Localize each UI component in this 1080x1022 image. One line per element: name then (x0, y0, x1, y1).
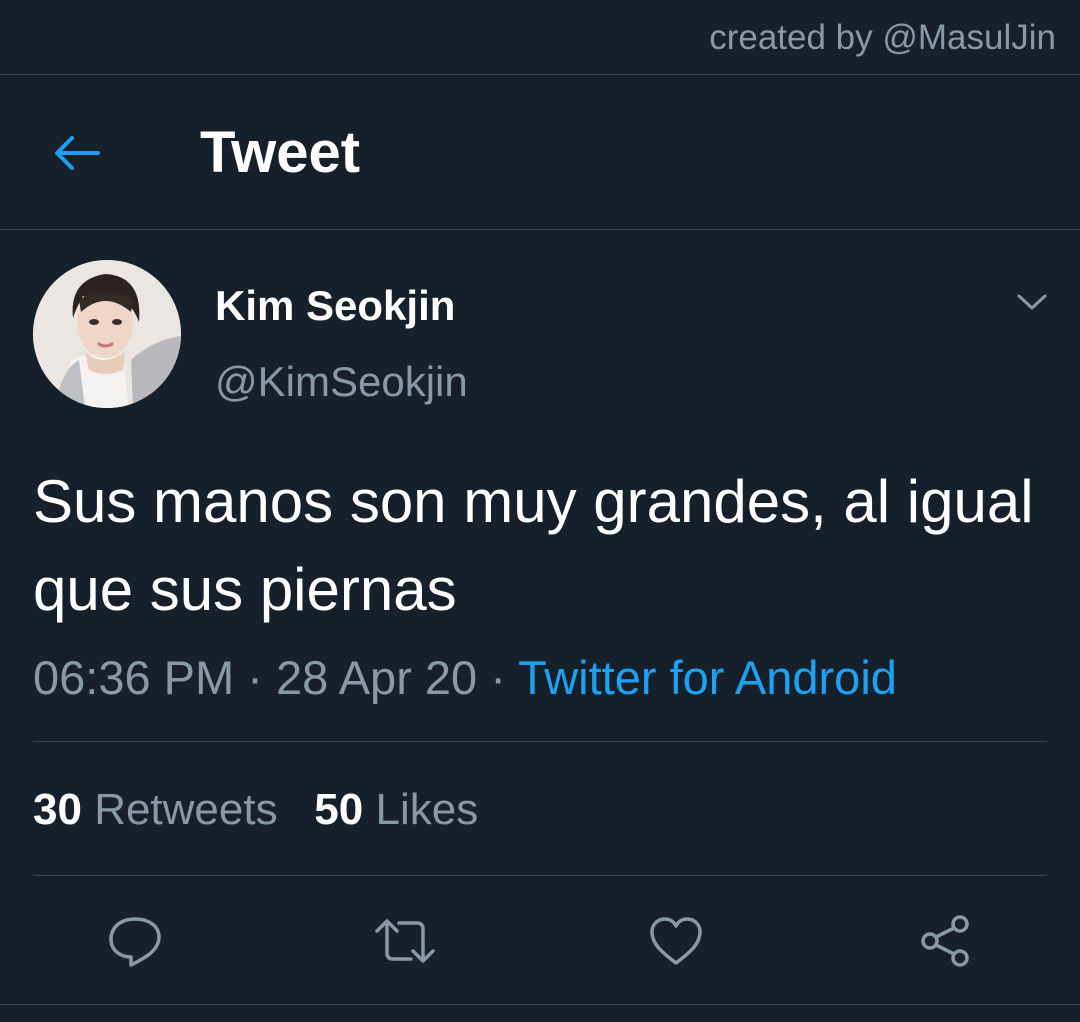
chevron-down-icon (1017, 294, 1047, 310)
share-button[interactable] (910, 906, 980, 976)
header: Tweet (0, 75, 1080, 230)
avatar[interactable] (33, 260, 181, 408)
meta-separator: · (247, 651, 263, 704)
share-icon (921, 915, 969, 967)
retweet-button[interactable] (370, 906, 440, 976)
reply-icon (109, 917, 161, 967)
retweets-stat[interactable]: 30 Retweets (33, 785, 278, 834)
tweet-source-link[interactable]: Twitter for Android (518, 651, 897, 704)
action-bar (0, 876, 1080, 1004)
tweet-page: created by @MasulJin Tweet Kim Seokjin @… (0, 0, 1080, 1022)
arrow-left-icon (55, 136, 100, 170)
divider (33, 741, 1047, 742)
tweet-date: 28 Apr 20 (275, 651, 478, 704)
retweets-label: Retweets (94, 785, 278, 834)
retweets-count: 30 (33, 785, 82, 834)
like-button[interactable] (641, 906, 711, 976)
watermark-bar: created by @MasulJin (0, 0, 1080, 75)
author-handle[interactable]: @KimSeokjin (215, 358, 468, 406)
tweet-stats: 30 Retweets 50 Likes (33, 785, 478, 835)
tweet-menu-button[interactable] (1008, 282, 1056, 322)
like-icon (650, 917, 702, 965)
meta-separator: · (490, 651, 506, 704)
likes-stat[interactable]: 50 Likes (314, 785, 478, 834)
likes-count: 50 (314, 785, 364, 834)
tweet-time: 06:36 PM (33, 651, 235, 704)
tweet-text: Sus manos son muy grandes, al igual que … (33, 468, 1034, 623)
page-title: Tweet (200, 120, 361, 185)
bottom-divider (0, 1004, 1080, 1005)
tweet-meta: 06:36 PM · 28 Apr 20 · Twitter for Andro… (33, 650, 897, 705)
likes-label: Likes (375, 785, 479, 834)
watermark-text: created by @MasulJin (709, 18, 1056, 57)
author-name[interactable]: Kim Seokjin (215, 282, 455, 330)
retweet-icon (375, 919, 435, 963)
author-block: Kim Seokjin @KimSeokjin (0, 230, 1080, 420)
avatar-image (33, 260, 181, 408)
back-button[interactable] (44, 123, 110, 183)
reply-button[interactable] (100, 906, 170, 976)
